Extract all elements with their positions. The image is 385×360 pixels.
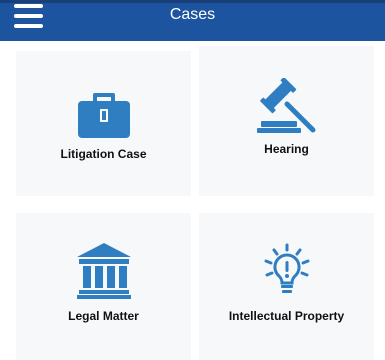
briefcase-icon [78,93,130,138]
tile-label: Hearing [264,142,309,156]
tile-label: Legal Matter [68,309,139,323]
courthouse-icon [77,243,131,299]
app-bar: Cases [0,0,385,41]
tile-label: Intellectual Property [228,309,345,323]
gavel-icon [257,78,316,133]
lightbulb-icon [264,243,310,293]
page-title: Cases [169,6,216,23]
tile-litigation-case[interactable]: Litigation Case [16,51,191,196]
tile-intellectual-property[interactable]: Intellectual Property [199,213,374,360]
tile-label: Litigation Case [60,147,147,161]
tile-legal-matter[interactable]: Legal Matter [16,213,191,360]
tile-hearing[interactable]: Hearing [199,46,374,196]
